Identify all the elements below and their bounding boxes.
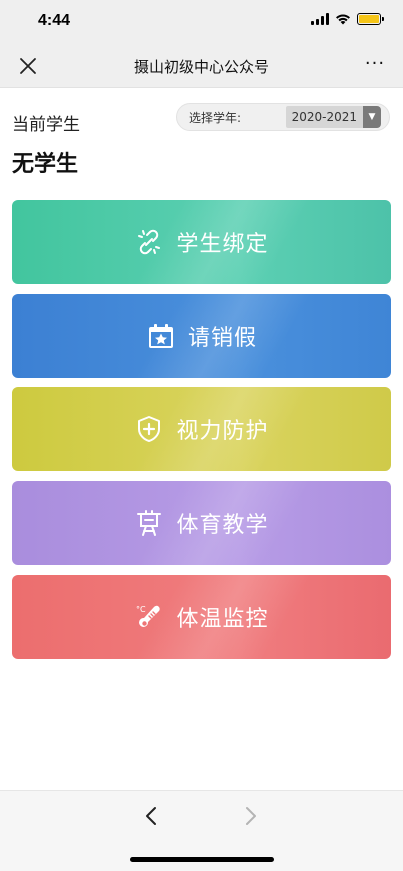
menu-card-label: 视力防护	[176, 419, 269, 444]
status-bar: 4:44	[0, 0, 403, 44]
menu-card-label: 体育教学	[176, 513, 269, 538]
svg-text:°C: °C	[136, 605, 146, 614]
status-time: 4:44	[38, 12, 71, 29]
year-select[interactable]: 选择学年: 2020-2021 ▼	[176, 103, 390, 131]
menu-card-label: 请销假	[187, 326, 257, 351]
menu-card-bind-student[interactable]: 学生绑定	[12, 200, 391, 284]
menu-card-temperature[interactable]: °C 体温监控	[12, 575, 391, 659]
nav-bar: 摄山初级中心公众号 ···	[0, 44, 403, 88]
signal-icon	[311, 13, 329, 25]
dropdown-arrow-icon[interactable]: ▼	[363, 106, 381, 128]
year-select-value[interactable]: 2020-2021	[285, 106, 363, 128]
status-icons	[311, 13, 384, 25]
current-student-label: 当前学生	[12, 115, 80, 135]
home-indicator	[130, 857, 274, 862]
menu-card-label: 体温监控	[176, 607, 269, 632]
menu-card-pe[interactable]: 体育教学	[12, 481, 391, 565]
menu-card-leave[interactable]: 请销假	[12, 294, 391, 378]
back-arrow-icon[interactable]	[140, 803, 164, 829]
menu-card-label: 学生绑定	[176, 232, 269, 257]
more-icon[interactable]: ···	[363, 52, 387, 76]
board-icon	[137, 510, 162, 536]
shield-plus-icon	[138, 416, 161, 442]
link-icon	[138, 229, 161, 255]
student-name: 无学生	[12, 152, 79, 177]
battery-icon	[357, 13, 384, 25]
thermometer-icon: °C	[136, 605, 161, 627]
bottom-toolbar	[0, 790, 403, 871]
menu-card-vision[interactable]: 视力防护	[12, 387, 391, 471]
page-title: 摄山初级中心公众号	[133, 58, 269, 76]
calendar-star-icon	[148, 324, 173, 348]
year-select-label: 选择学年:	[189, 110, 242, 125]
forward-arrow-icon[interactable]	[238, 803, 262, 829]
wifi-icon	[336, 14, 350, 25]
